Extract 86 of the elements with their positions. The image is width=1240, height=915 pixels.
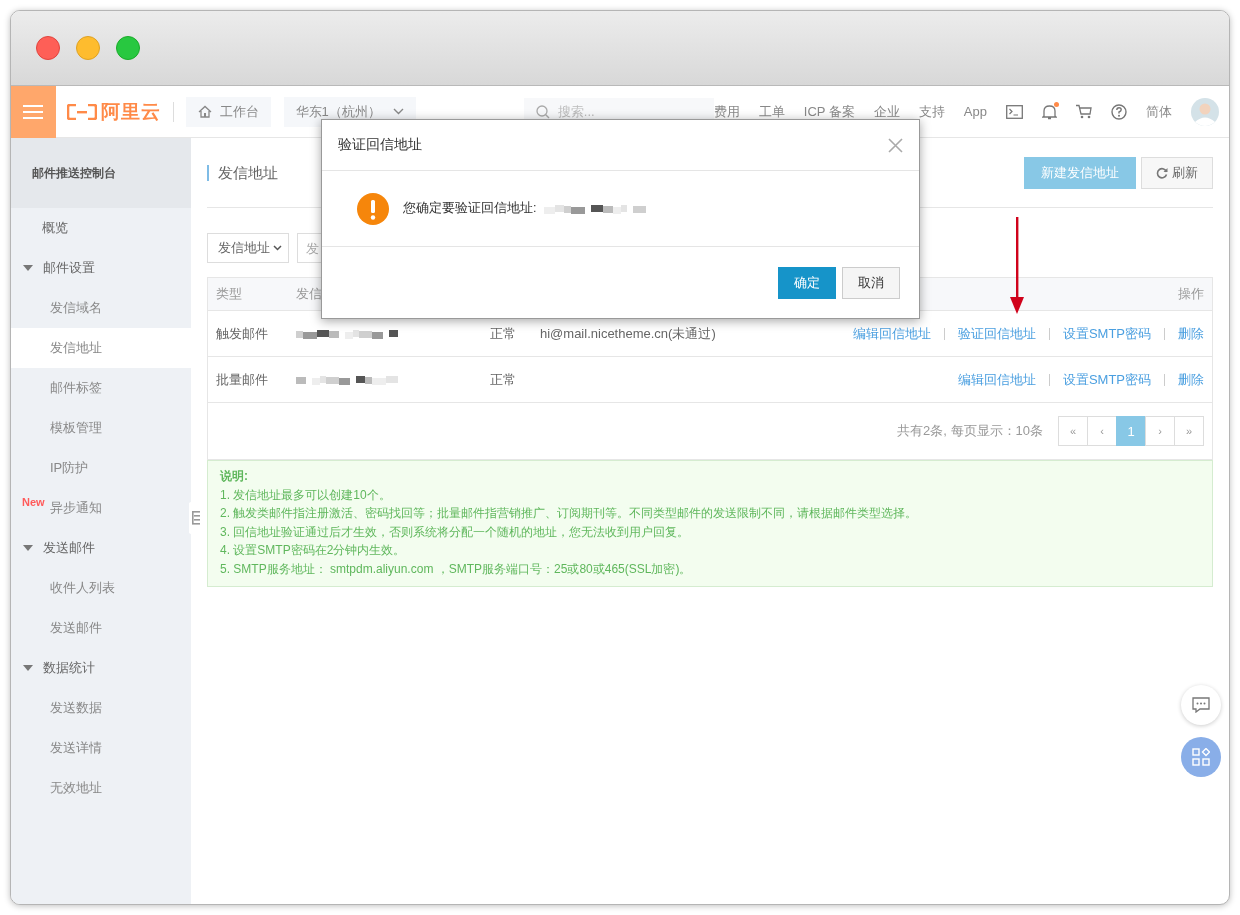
- nav-link[interactable]: 支持: [918, 102, 945, 121]
- new-label: New: [22, 496, 45, 508]
- page-button[interactable]: «: [1058, 416, 1088, 446]
- zoom-window-button[interactable]: [116, 36, 140, 60]
- chat-button[interactable]: [1181, 685, 1221, 725]
- cancel-button[interactable]: 取消: [842, 266, 900, 299]
- menu-button[interactable]: [11, 85, 56, 138]
- filter-select[interactable]: 发信地址: [207, 233, 289, 263]
- home-icon: [197, 105, 212, 118]
- create-button[interactable]: 新建发信地址: [1024, 156, 1136, 189]
- refresh-icon: [1156, 166, 1168, 179]
- action-link[interactable]: 验证回信地址: [957, 324, 1036, 343]
- page-button[interactable]: ‹: [1087, 416, 1117, 446]
- dialog-title: 验证回信地址: [338, 136, 422, 154]
- notice-title: 说明:: [220, 468, 249, 485]
- caret-icon: [23, 265, 33, 271]
- caret-icon: [23, 665, 33, 671]
- nav-link[interactable]: App: [963, 104, 987, 119]
- bell-icon[interactable]: [1042, 103, 1057, 120]
- notice-line: 4. 设置SMTP密码在2分钟内生效。: [220, 542, 407, 560]
- table-cell-text: 正常: [490, 370, 517, 389]
- chevron-down-icon: [273, 245, 282, 251]
- sidebar-item[interactable]: 无效地址: [11, 768, 191, 808]
- page-button[interactable]: »: [1174, 416, 1204, 446]
- table-cell-text: 批量邮件: [216, 370, 269, 389]
- notice-line: 1. 发信地址最多可以创建10个。: [220, 486, 392, 504]
- search-icon: [535, 104, 550, 119]
- column-header: 类型: [216, 285, 243, 303]
- sidebar-item[interactable]: New 异步通知: [11, 488, 191, 528]
- sidebar-item[interactable]: 概览: [11, 208, 191, 248]
- caret-icon: [23, 545, 33, 551]
- sidebar-item[interactable]: IP防护: [11, 448, 191, 488]
- notice-line: 3. 回信地址验证通过后才生效，否则系统将分配一个随机的地址，您无法收到用户回复。: [220, 523, 691, 541]
- apps-icon: [1192, 748, 1210, 766]
- page-button[interactable]: ›: [1145, 416, 1175, 446]
- confirm-button[interactable]: 确定: [778, 266, 836, 299]
- dialog-message: 您确定要验证回信地址:: [403, 200, 537, 217]
- table-cell-text: hi@mail.nicetheme.cn(未通过): [540, 324, 717, 343]
- sidebar-item[interactable]: 发信地址: [11, 328, 191, 368]
- sidebar-group[interactable]: 邮件设置: [11, 248, 191, 288]
- column-header: 操作: [1178, 285, 1204, 303]
- notice-line: 5. SMTP服务地址： smtpdm.aliyun.com ，SMTP服务端口号：25或80或465(SSL加密)。: [220, 560, 693, 578]
- close-window-button[interactable]: [36, 36, 60, 60]
- chat-icon: [1192, 697, 1210, 713]
- sidebar-item[interactable]: 发送邮件: [11, 608, 191, 648]
- table-cell-text: 正常: [490, 324, 517, 343]
- sidebar-item[interactable]: 模板管理: [11, 408, 191, 448]
- avatar[interactable]: [1191, 97, 1219, 126]
- pagination-summary: 共有2条, 每页显示：10条: [897, 422, 1043, 440]
- nav-link[interactable]: ICP 备案: [803, 102, 855, 121]
- cart-icon[interactable]: [1076, 104, 1092, 119]
- sidebar-title: 邮件推送控制台: [32, 164, 116, 182]
- page-button[interactable]: 1: [1116, 416, 1146, 446]
- help-icon[interactable]: [1111, 103, 1127, 120]
- close-icon[interactable]: [888, 137, 903, 153]
- action-link[interactable]: 编辑回信地址: [957, 370, 1036, 389]
- table-cell-text: 触发邮件: [216, 324, 269, 343]
- logo-icon: [66, 103, 97, 120]
- refresh-button[interactable]: 刷新: [1141, 156, 1213, 189]
- chevron-down-icon: [392, 108, 404, 115]
- sidebar-item[interactable]: 收件人列表: [11, 568, 191, 608]
- sidebar-group[interactable]: 发送邮件: [11, 528, 191, 568]
- nav-link[interactable]: 工单: [758, 102, 785, 121]
- page-title: 发信地址: [207, 164, 278, 181]
- action-link[interactable]: 编辑回信地址: [852, 324, 931, 343]
- sidebar-item[interactable]: 邮件标签: [11, 368, 191, 408]
- apps-button[interactable]: [1181, 737, 1221, 777]
- nav-link[interactable]: 企业: [873, 102, 900, 121]
- sidebar-item[interactable]: 发信域名: [11, 288, 191, 328]
- notice-line: 2. 触发类邮件指注册激活、密码找回等；批量邮件指营销推广、订阅期刊等。不同类型邮件的发送限制不同，请根据邮件类型选择。: [220, 505, 919, 523]
- menu-icon: [23, 103, 44, 120]
- action-link[interactable]: 删除: [1178, 370, 1204, 389]
- minimize-window-button[interactable]: [76, 36, 100, 60]
- terminal-icon[interactable]: [1006, 104, 1023, 119]
- action-link[interactable]: 设置SMTP密码: [1062, 324, 1151, 343]
- action-link[interactable]: 设置SMTP密码: [1062, 370, 1151, 389]
- column-header: 发信: [296, 285, 323, 303]
- logo-text[interactable]: 阿里云: [100, 98, 161, 125]
- language-link[interactable]: 简体: [1146, 102, 1172, 121]
- sidebar-item[interactable]: 发送详情: [11, 728, 191, 768]
- sidebar-item[interactable]: 发送数据: [11, 688, 191, 728]
- nav-link[interactable]: 费用: [713, 102, 740, 121]
- warning-icon: [357, 192, 389, 225]
- workbench-button[interactable]: 工作台: [185, 96, 271, 127]
- action-link[interactable]: 删除: [1178, 324, 1204, 343]
- sidebar-group[interactable]: 数据统计: [11, 648, 191, 688]
